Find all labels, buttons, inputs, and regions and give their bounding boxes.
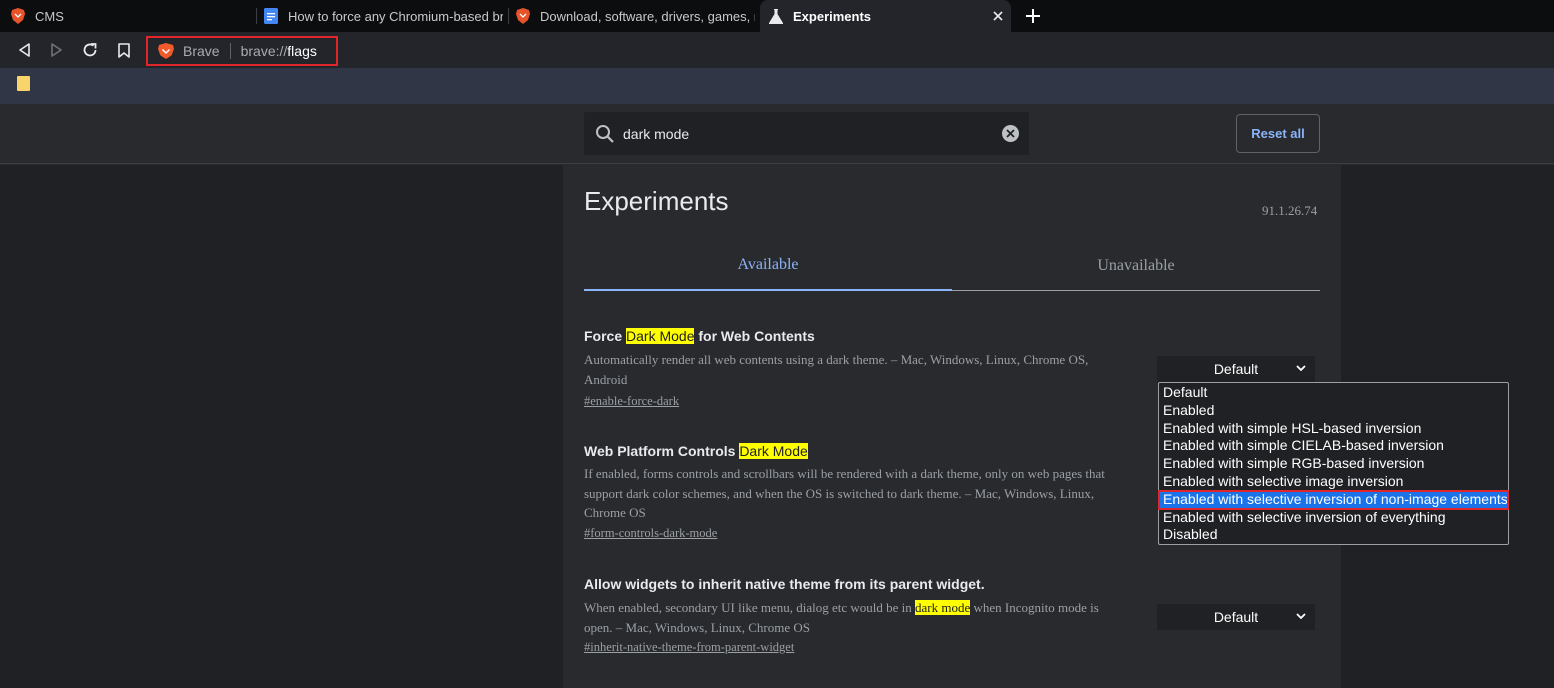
page-title: Experiments [584,186,729,216]
force-dark-options-list: Default Enabled Enabled with simple HSL-… [1158,382,1509,545]
description-line: open. – Mac, Windows, Linux, Chrome OS [584,619,810,635]
description-line: If enabled, forms controls and scrollbar… [584,466,1105,481]
description-text: When enabled, secondary UI like menu, di… [584,600,916,615]
tab-experiments[interactable]: Experiments [760,0,1011,32]
dropdown-option[interactable]: Disabled [1159,526,1508,544]
back-icon[interactable] [14,40,34,60]
dropdown-option[interactable]: Enabled with simple RGB-based inversion [1159,455,1508,473]
tab-cms[interactable]: CMS [10,0,255,32]
flag-title-text: Force [584,328,627,344]
brave-lion-icon [515,8,531,24]
brave-shield-icon[interactable] [158,43,174,59]
flag-permalink[interactable]: #inherit-native-theme-from-parent-widget [584,640,794,655]
tab-title: CMS [35,8,64,24]
tab-separator [508,8,509,24]
flag-permalink[interactable]: #enable-force-dark [584,394,679,409]
flask-icon [768,8,784,24]
dropdown-option-selected[interactable]: Enabled with selective inversion of non-… [1158,489,1509,510]
flag-description: If enabled, forms controls and scrollbar… [584,464,1105,523]
dropdown-option[interactable]: Enabled with simple HSL-based inversion [1159,420,1508,438]
tab-title: How to force any Chromium-based br [288,8,503,24]
tab-unavailable[interactable]: Unavailable [952,248,1320,291]
search-icon [595,124,615,144]
tab-google-doc[interactable]: How to force any Chromium-based br [263,0,503,32]
search-highlight: Dark Mode [739,443,808,459]
forward-icon[interactable] [47,40,67,60]
url-scheme: brave:// [240,43,288,59]
address-bar[interactable]: Brave brave:// flags [146,36,338,66]
bookmark-icon[interactable] [114,40,134,60]
inherit-theme-select[interactable]: Default [1157,604,1315,630]
dropdown-option[interactable]: Enabled with simple CIELAB-based inversi… [1159,437,1508,455]
search-input[interactable]: dark mode [584,112,1029,155]
omnibox-brand: Brave [183,43,220,59]
description-text: when Incognito mode is [970,600,1099,615]
description-line: When enabled, secondary UI like menu, di… [584,598,1099,618]
force-dark-select[interactable]: Default [1157,356,1315,382]
tab-available[interactable]: Available [584,248,952,291]
google-docs-icon [263,8,279,24]
flag-description: Automatically render all web contents us… [584,350,1088,389]
clear-search-icon[interactable] [1002,125,1019,142]
flag-title-force-dark: Force Dark Mode for Web Contents [584,328,815,344]
description-line: Chrome OS [584,505,646,520]
select-value: Default [1213,361,1259,377]
brave-lion-icon [10,8,26,24]
search-highlight: Dark Mode [626,328,695,344]
chevron-down-icon [1295,361,1307,373]
search-value: dark mode [623,125,690,142]
description-line: Automatically render all web contents us… [584,352,1089,367]
close-tab-icon[interactable] [988,6,1008,26]
select-value: Default [1213,609,1259,625]
reset-all-button[interactable]: Reset all [1236,114,1320,153]
flag-title-form-controls-dark: Web Platform Controls Dark Mode [584,443,808,459]
tab-strip: CMS How to force any Chromium-based br D… [0,0,1554,32]
url-host: flags [287,43,317,59]
tab-download[interactable]: Download, software, drivers, games, ne [515,0,755,32]
bookmarks-bar [0,68,1554,104]
dropdown-option[interactable]: Enabled with selective inversion of ever… [1159,509,1508,527]
page-background-left [0,165,563,688]
flag-description: When enabled, secondary UI like menu, di… [584,598,1099,637]
description-line: Android [584,371,628,387]
tab-title: Download, software, drivers, games, ne [540,8,755,24]
description-line: support dark color schemes, and when the… [584,485,1095,501]
flag-title-inherit-native-theme: Allow widgets to inherit native theme fr… [584,576,985,592]
tab-separator [256,8,257,24]
new-tab-button[interactable] [1021,4,1045,28]
flag-title-text: Web Platform Controls [584,443,740,459]
dropdown-option[interactable]: Enabled with selective image inversion [1159,473,1508,491]
dropdown-option[interactable]: Enabled [1159,402,1508,420]
reload-icon[interactable] [80,40,100,60]
tab-title: Experiments [793,8,872,24]
flag-title-text: for Web Contents [694,328,815,344]
dropdown-option[interactable]: Default [1159,384,1508,402]
version-label: 91.1.26.74 [1262,203,1318,218]
bookmark-folder-icon[interactable] [17,76,30,91]
search-highlight: dark mode [915,600,971,615]
chevron-down-icon [1295,609,1307,621]
omnibox-divider [229,43,231,59]
flag-permalink[interactable]: #form-controls-dark-mode [584,526,717,541]
